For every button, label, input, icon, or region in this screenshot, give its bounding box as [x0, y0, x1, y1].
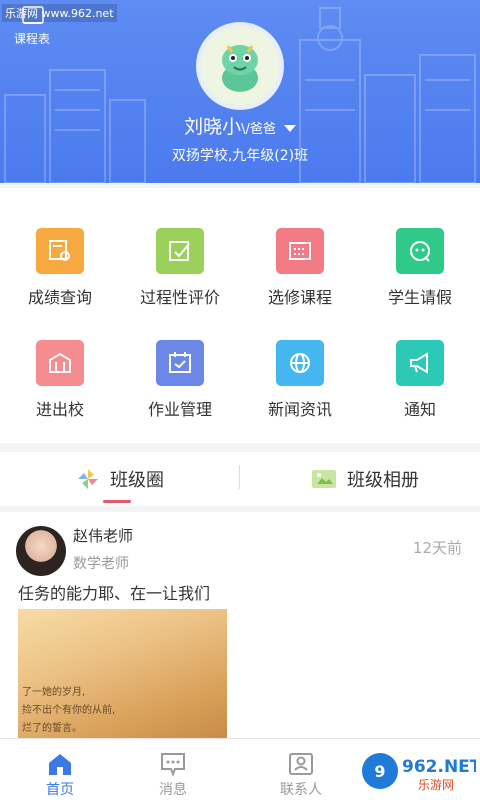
grid-item-notice[interactable]: 通知 [360, 340, 480, 420]
nav-label: 消息 [159, 782, 187, 798]
grid-item-elective[interactable]: 选修课程 [240, 228, 360, 308]
elective-icon [276, 228, 324, 274]
grid-item-gate[interactable]: 进出校 [0, 340, 120, 420]
image-caption-line: 捡不出个有你的从前, [22, 705, 116, 716]
tab-class-circle[interactable]: 班级圈 [60, 452, 180, 506]
post-author-subtitle: 数学老师 [73, 556, 129, 572]
post-image[interactable]: 了一她的岁月, 捡不出个有你的从前, 烂了的誓言。 [18, 609, 227, 738]
grid-label: 通知 [403, 400, 436, 419]
active-tab-indicator [103, 500, 131, 503]
grid-label: 新闻资讯 [267, 400, 332, 419]
user-name-switcher[interactable]: 刘晓小\/爸爸 [0, 112, 480, 139]
image-caption-line: 了一她的岁月, [22, 687, 86, 698]
user-avatar[interactable] [196, 22, 284, 110]
svg-text:9: 9 [374, 762, 385, 781]
chevron-down-icon[interactable] [283, 125, 296, 132]
user-role: \/爸爸 [241, 122, 276, 137]
school-class-label: 双扬学校,九年级(2)班 [171, 148, 309, 164]
watermark-text: 乐游网 www.962.net [2, 4, 117, 22]
feature-grid: 成绩查询 过程性评价 选修课程 学生请假 进出校 作业管理 新闻资讯 通知 [0, 188, 480, 443]
nav-label: 联系人 [280, 782, 322, 798]
site-watermark-logo: 9 962.NET 乐游网 [358, 746, 480, 796]
grid-item-homework[interactable]: 作业管理 [120, 340, 240, 420]
teacher-avatar[interactable] [16, 526, 66, 576]
gate-icon [36, 340, 84, 386]
grid-label: 学生请假 [387, 288, 452, 307]
grade-search-icon [36, 228, 84, 274]
grid-label: 选修课程 [267, 288, 332, 307]
post-text: 任务的能力耶、在一让我们 [18, 584, 211, 603]
grid-label: 过程性评价 [139, 288, 220, 307]
post-timestamp: 12天前 [412, 539, 462, 557]
grid-item-evaluation[interactable]: 过程性评价 [120, 228, 240, 308]
grid-item-news[interactable]: 新闻资讯 [240, 340, 360, 420]
user-name: 刘晓小 [184, 116, 242, 138]
tab-divider [239, 465, 240, 489]
dragon-mascot-icon [222, 45, 258, 92]
contact-card-icon [289, 753, 313, 775]
tab-class-album[interactable]: 班级相册 [295, 452, 435, 506]
megaphone-icon [396, 340, 444, 386]
nav-home[interactable]: 首页 [0, 739, 120, 800]
grid-label: 进出校 [35, 400, 84, 419]
svg-text:乐游网: 乐游网 [418, 778, 454, 792]
nav-label: 首页 [46, 782, 74, 798]
nav-messages[interactable]: 消息 [113, 739, 233, 800]
svg-text:962.NET: 962.NET [402, 757, 476, 777]
grid-label: 作业管理 [147, 400, 212, 419]
evaluation-icon [156, 228, 204, 274]
nav-contacts[interactable]: 联系人 [241, 739, 361, 800]
news-icon [276, 340, 324, 386]
homework-icon [156, 340, 204, 386]
grid-label: 成绩查询 [27, 288, 92, 307]
grid-item-leave[interactable]: 学生请假 [360, 228, 480, 308]
image-caption-line: 烂了的誓言。 [22, 723, 82, 734]
post-author[interactable]: 赵伟老师 [73, 525, 133, 546]
tab-label: 班级圈 [110, 470, 164, 491]
feed-tabs: 班级圈 班级相册 [0, 452, 480, 506]
pinwheel-icon [78, 469, 98, 489]
home-icon [49, 754, 71, 775]
leave-icon [396, 228, 444, 274]
tab-label: 班级相册 [347, 470, 419, 491]
profile-header: 课程表 乐游网 www.962.net 刘晓小\/爸爸 双扬学校,九年级(2)班 [0, 0, 480, 183]
grid-item-grade-search[interactable]: 成绩查询 [0, 228, 120, 308]
photo-album-icon [312, 470, 336, 488]
feed-post[interactable]: 赵伟老师 数学老师 12天前 任务的能力耶、在一让我们 了一她的岁月, 捡不出个… [0, 512, 480, 738]
message-icon [161, 753, 185, 777]
schedule-label[interactable]: 课程表 [14, 30, 50, 47]
